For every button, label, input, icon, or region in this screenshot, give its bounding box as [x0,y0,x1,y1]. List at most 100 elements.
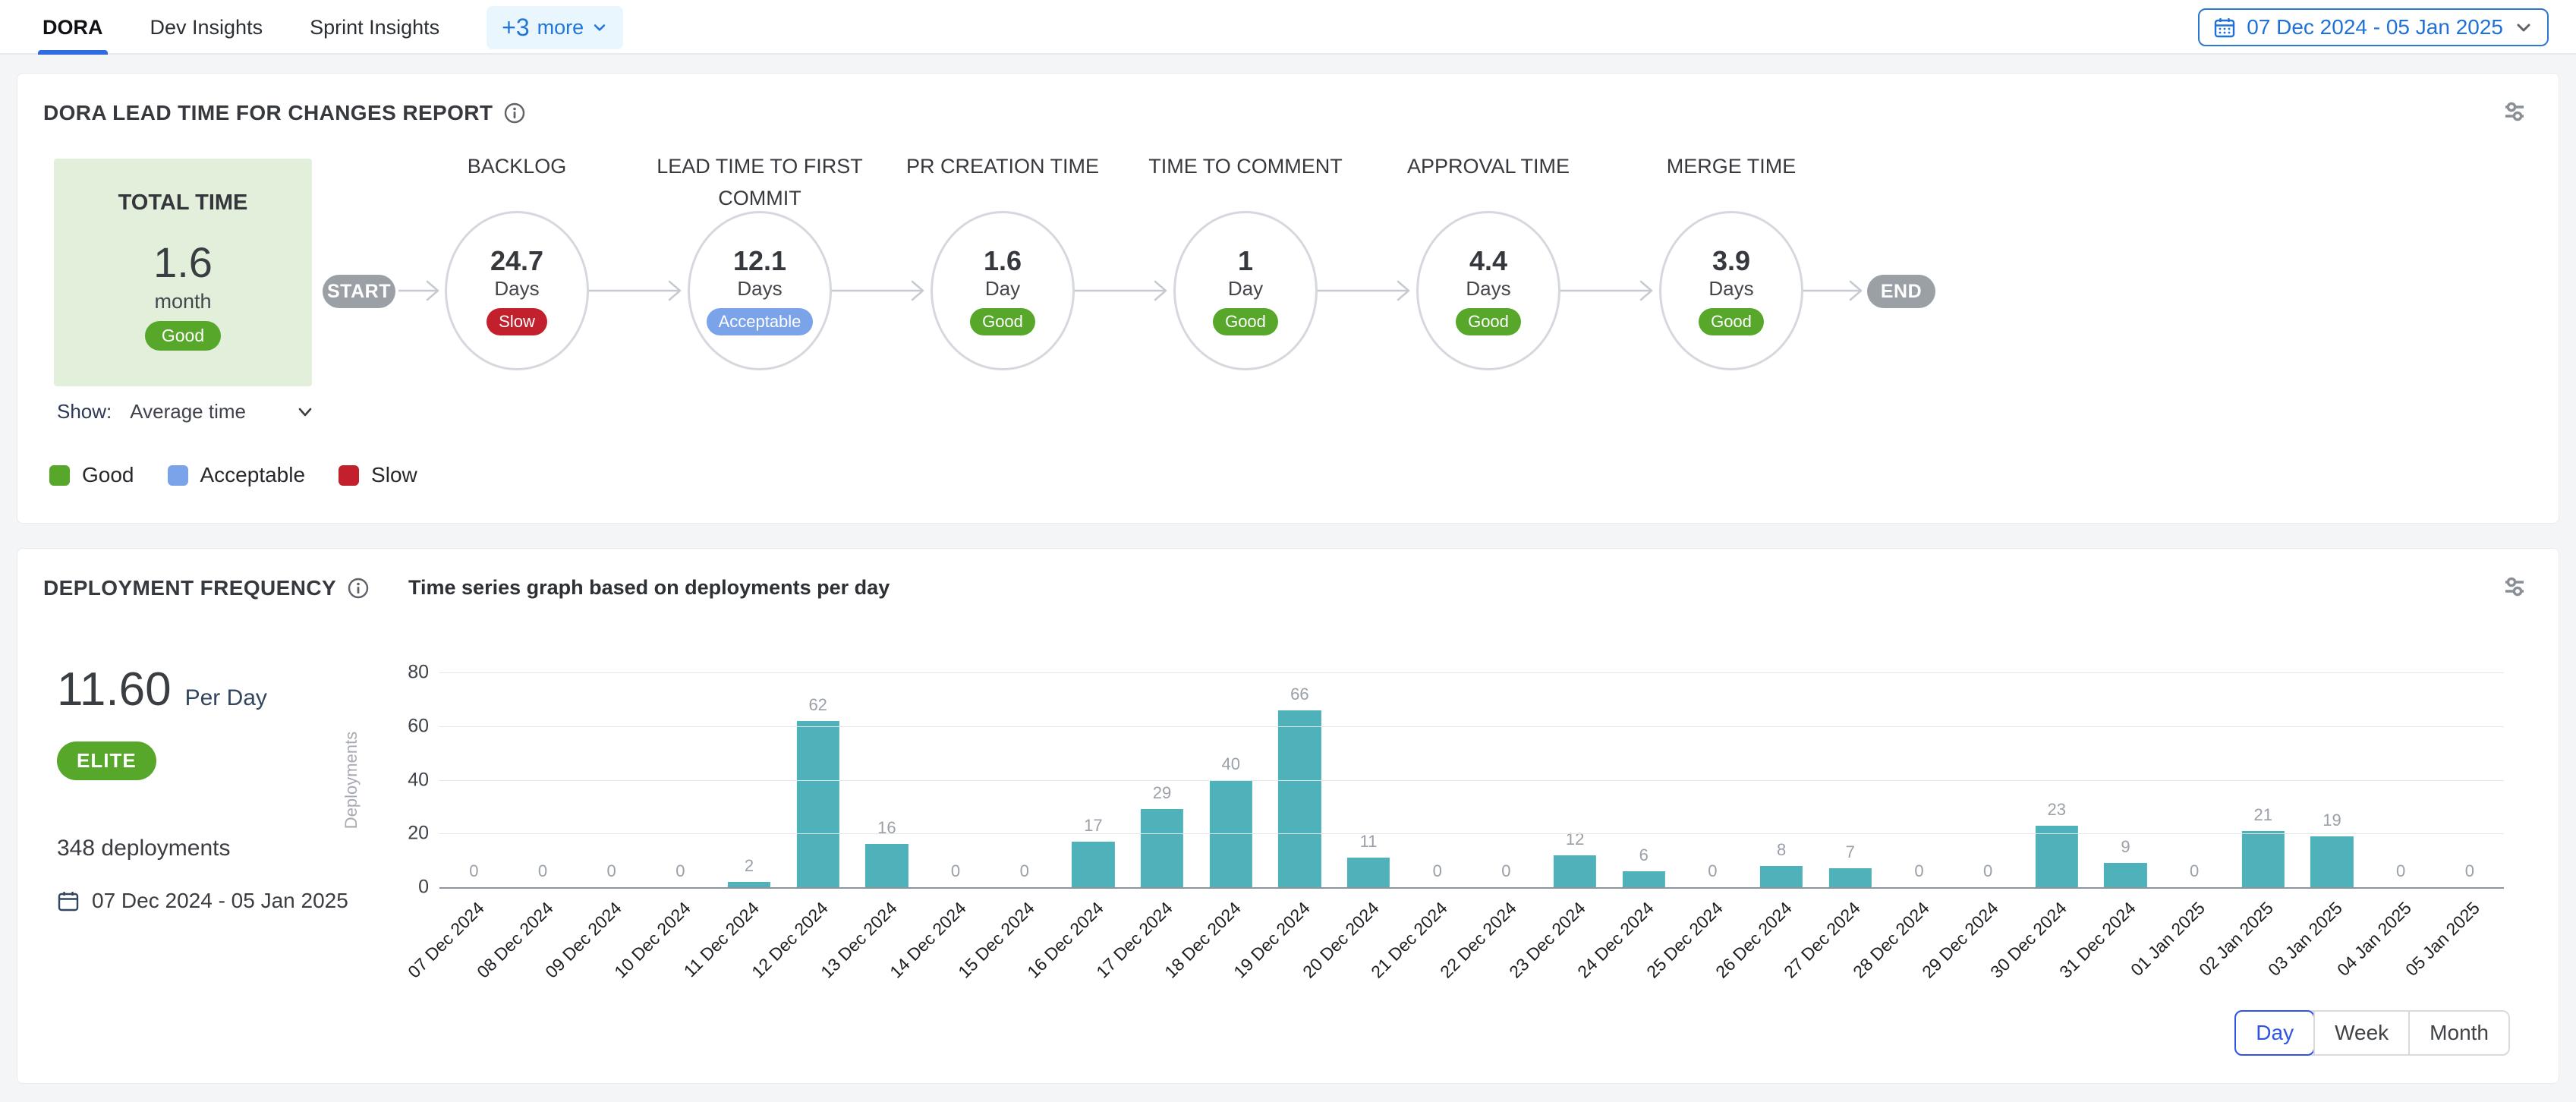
deployments-bar-chart: Deployments 007 Dec 2024008 Dec 2024009 … [439,672,2504,887]
bar-value-label: 9 [2121,837,2130,857]
show-dropdown[interactable]: Average time [130,400,295,423]
flow-arrow [1803,277,1869,304]
flow-step-value: 1.6 [984,246,1022,276]
deployment-rate-value: 11.60 [57,663,172,716]
legend-swatch-acceptable [168,465,188,486]
bar-16-dec-2024 [1072,842,1114,887]
flow-step-unit: Days [1708,277,1753,301]
flow-step-unit: Day [1228,277,1263,301]
flow-step-pr-creation-time: 1.6DayGood [931,211,1075,370]
legend-item-acceptable: Acceptable [168,463,306,487]
legend-label: Acceptable [200,463,306,487]
tab-dora[interactable]: DORA [43,0,103,55]
y-tick-0: 0 [395,877,429,899]
flow-step-unit: Days [1466,277,1510,301]
chevron-down-icon[interactable] [295,402,315,422]
bar-11-dec-2024 [728,882,770,887]
date-range-picker[interactable]: 07 Dec 2024 - 05 Jan 2025 [2198,8,2549,46]
flow-end-pill: END [1867,275,1935,308]
tab-sprint-insights[interactable]: Sprint Insights [310,0,439,55]
flow-step-time-to-comment: 1Day Good [1173,211,1318,370]
bar-02-jan-2025 [2242,831,2285,887]
show-label: Show: [57,400,112,423]
flow-step-value: 1 [1238,246,1253,276]
flow-step-label-merge-time: MERGE TIME [1614,151,1849,183]
bar-value-label: 0 [2190,861,2199,881]
flow-step-value: 4.4 [1469,246,1507,276]
flow-step-unit: Days [737,277,782,301]
bar-value-label: 12 [1566,830,1584,849]
flow-step-merge-time: 3.9DaysGood [1659,211,1803,370]
bar-12-dec-2024 [797,721,839,887]
nav-tabs: DORA Dev Insights Sprint Insights +3more [43,0,623,55]
granularity-week[interactable]: Week [2313,1012,2408,1054]
more-label: more [537,16,584,39]
flow-step-status-badge: Good [1213,308,1278,335]
flow-arrow [832,277,931,304]
legend-label: Slow [371,463,417,487]
flow-step-status-badge: Good [1699,308,1764,335]
bar-30-dec-2024 [2036,826,2078,887]
deployments-total: 348 deployments [57,836,231,861]
legend-swatch-slow [339,465,359,486]
flow-step-value: 12.1 [733,246,786,276]
more-tabs-button[interactable]: +3more [487,6,623,49]
info-icon[interactable] [503,102,526,124]
bar-value-label: 0 [2396,861,2405,881]
total-time-card: TOTAL TIME 1.6 month Good [54,159,312,386]
flow-step-label-time-to-comment: TIME TO COMMENT [1128,151,1363,183]
gridline-60 [439,726,2504,727]
flow-step-lead-time-to-first-commit: 12.1Days Acceptable [688,211,832,370]
bar-value-label: 62 [808,695,827,715]
y-tick-20: 20 [395,823,429,845]
lead-time-panel-title: DORA LEAD TIME FOR CHANGES REPORT [43,101,493,125]
bar-13-dec-2024 [865,844,908,887]
bar-31-dec-2024 [2104,863,2146,887]
flow-step-label-lead-time-to-first-commit: LEAD TIME TO FIRST COMMIT [642,151,877,215]
bar-20-dec-2024 [1347,858,1390,887]
bar-value-label: 0 [607,861,616,881]
bar-value-label: 11 [1360,832,1378,852]
bar-value-label: 8 [1777,840,1786,860]
info-icon[interactable] [347,577,370,600]
sliders-icon[interactable] [2499,96,2530,131]
y-tick-80: 80 [395,662,429,684]
total-time-value: 1.6 [153,241,213,284]
bar-value-label: 0 [951,861,960,881]
flow-arrow [398,277,446,304]
granularity-day[interactable]: Day [2234,1010,2315,1056]
flow-step-backlog: 24.7DaysSlow [445,211,589,370]
bar-value-label: 0 [469,861,478,881]
y-tick-60: 60 [395,715,429,737]
flow-step-status-badge: Good [1456,308,1521,335]
total-time-label: TOTAL TIME [118,190,248,216]
bar-19-dec-2024 [1278,710,1321,887]
flow-start-pill: START [323,275,395,308]
bar-24-dec-2024 [1623,871,1665,887]
bar-value-label: 17 [1084,816,1102,836]
flow-step-unit: Day [985,277,1020,301]
deployment-panel-title: DEPLOYMENT FREQUENCY [43,576,336,600]
bar-value-label: 19 [2322,811,2341,830]
legend-swatch-good [49,465,70,486]
granularity-toggle: DayWeekMonth [2234,1010,2510,1056]
top-navigation-bar: DORA Dev Insights Sprint Insights +3more 07… [0,0,2576,55]
bar-value-label: 7 [1846,842,1855,862]
sliders-icon[interactable] [2499,571,2530,606]
bar-value-label: 0 [1708,861,1717,881]
flow-arrow [589,277,688,304]
bar-value-label: 29 [1153,783,1171,803]
granularity-month[interactable]: Month [2408,1012,2508,1054]
legend-label: Good [82,463,134,487]
lead-time-panel: DORA LEAD TIME FOR CHANGES REPORT TOTAL … [17,73,2559,524]
tab-dev-insights[interactable]: Dev Insights [150,0,263,55]
flow-step-unit: Days [494,277,539,301]
y-tick-40: 40 [395,769,429,791]
flow-step-status-badge: Acceptable [707,308,814,335]
flow-arrow [1075,277,1173,304]
gridline-0 [439,887,2504,889]
status-legend: Good Acceptable Slow [49,463,417,487]
deployments-date-range: 07 Dec 2024 - 05 Jan 2025 [57,889,348,913]
bar-value-label: 40 [1221,754,1239,774]
bar-value-label: 6 [1639,845,1649,865]
